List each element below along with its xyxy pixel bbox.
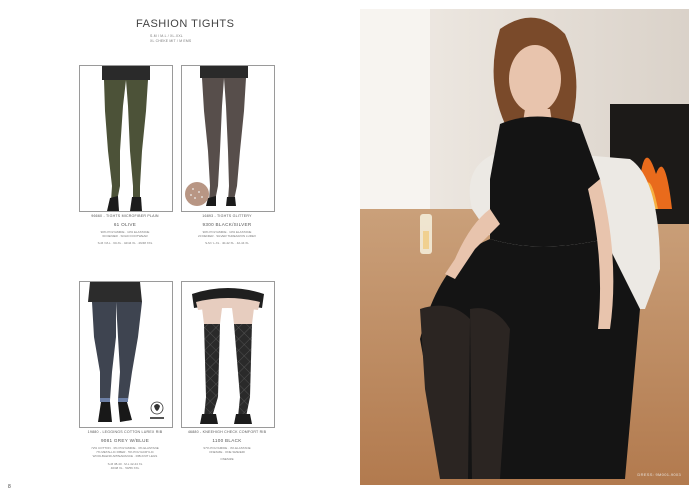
catalog-left-page: FASHION TIGHTS S-M / M-L / XL-XXL XL CHE… bbox=[0, 0, 350, 495]
product-caption: 96660 - TIGHTS MICROFIBER PLAIN 61 OLIVE… bbox=[70, 214, 180, 246]
product-title: 19880 - LEGGINGS COTTON LUREX RIB bbox=[87, 430, 163, 434]
product-sizes: S-M / L-XL · 40-42 XL · 42-44 XL bbox=[205, 241, 249, 246]
product-color: 1100 BLACK bbox=[212, 438, 242, 443]
product-caption: 19880 - LEGGINGS COTTON LUREX RIB 9081 G… bbox=[70, 430, 180, 470]
product-caption: 16893 - TIGHTS GLITTERY 9300 BLACK/SILVE… bbox=[172, 214, 282, 246]
product-detail: WOOLBLEND APPEARANCE · RIB-KNIT LEGS bbox=[92, 454, 158, 459]
product-color: 61 OLIVE bbox=[113, 222, 137, 227]
product-photo-leggings bbox=[79, 281, 173, 428]
product-sizes: 46/48 XL · 50/56 XXL bbox=[110, 465, 140, 470]
product-color: 9300 BLACK/SILVER bbox=[202, 222, 252, 227]
product-title: 96660 - TIGHTS MICROFIBER PLAIN bbox=[91, 214, 159, 218]
product-title: 16893 - TIGHTS GLITTERY bbox=[202, 214, 252, 218]
product-photo-kneehigh bbox=[181, 281, 275, 428]
subtitle-line: XL CHEKE MIT / M EMS bbox=[150, 39, 192, 43]
product-sizes: S-M / M-L · 60-XL · 42/44 XL · 46/48 XXL bbox=[97, 241, 153, 246]
product-detail: ONESIZE · ONE SIZE/ERI bbox=[209, 450, 245, 455]
product-photo-glittery-tights bbox=[181, 65, 275, 212]
subtitle-line: S-M / M-L / XL-XXL bbox=[150, 34, 183, 38]
lifestyle-photo: DRESS: 9M001-9003 bbox=[360, 9, 689, 485]
product-color: 9081 GREY W/BLUE bbox=[100, 438, 150, 443]
product-sizes: ONESIZE bbox=[220, 457, 234, 462]
product-photo-olive-tights bbox=[79, 65, 173, 212]
product-title: 46880 - KNEEHIGH CHECK COMFORT RIB bbox=[187, 430, 267, 434]
product-detail: 20 DENIER · SILVER THREAD/ON LUREX bbox=[198, 234, 256, 239]
brand-logo bbox=[150, 401, 164, 419]
dress-note: DRESS: 9M001-9003 bbox=[637, 472, 681, 477]
product-detail: 60 DENIER · SOLID FOOTWEAR bbox=[102, 234, 148, 239]
page-number: 8 bbox=[8, 484, 11, 490]
product-caption: 46880 - KNEEHIGH CHECK COMFORT RIB 1100 … bbox=[172, 430, 282, 462]
page-title: FASHION TIGHTS bbox=[136, 18, 235, 30]
